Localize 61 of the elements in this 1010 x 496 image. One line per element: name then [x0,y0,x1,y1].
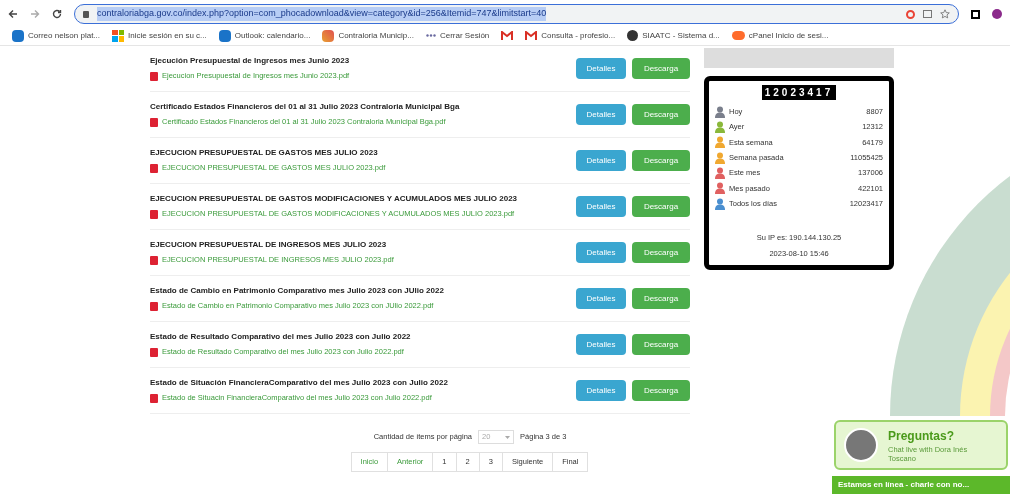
document-title: EJECUCION PRESUPUESTAL DE INGRESOS MES JULIO 2023 [150,239,388,252]
download-button[interactable]: Descarga [632,58,690,79]
mail-icon [501,30,514,41]
url-text: contraloriabga.gov.co/index.php?option=com_phocadownload&view=category&id=256&Itemid=747&limitstart=40 [97,7,547,21]
grid-icon [112,29,125,42]
star-icon[interactable] [940,9,950,19]
details-button[interactable]: Detalles [576,104,626,125]
document-title: Ejecución Presupuestal de Ingresos mes Junio 2023 [150,55,351,68]
document-title: EJECUCION PRESUPUESTAL DE GASTOS MODIFICACIONES Y ACUMULADOS MES JULIO 2023 [150,193,519,206]
document-title: Estado de Situación FinancieraComparativo del mes Julio 2023 con Julio 2022 [150,377,449,390]
details-button[interactable]: Detalles [576,150,626,171]
document-title: Estado de Cambio en Patrimonio Comparativo mes Julio 2023 con JUlio 2022 [150,285,445,298]
avatar-silhouette [844,428,878,462]
counter-digits: 12023417 [761,85,837,100]
bookmark[interactable]: Contraloria Municip... [322,29,414,42]
pdf-icon [150,117,158,127]
pdf-icon [150,255,158,265]
caret-icon [505,435,511,439]
cloud-icon [731,31,745,40]
bookmark[interactable]: Cerrar Sesión [425,29,490,42]
mail-app-icon [12,29,24,42]
logo-icon [322,29,335,42]
document-title: EJECUCION PRESUPUESTAL DE GASTOS MES JULIO 2023 [150,147,379,160]
reload-icon[interactable] [52,9,62,19]
document-title: Certificado Estados Financieros del 01 al 31 Julio 2023 Contraloria Municipal Bga [150,101,461,114]
chat-title: Preguntas? [888,427,955,445]
details-button[interactable]: Detalles [576,242,626,263]
back-icon[interactable] [8,9,18,19]
bookmark[interactable]: Correo nelson plat... [12,29,101,42]
dots-icon [425,34,436,37]
address-bar[interactable]: contraloriabga.gov.co/index.php?option=com_phocadownload&view=category&id=256&Itemid=747&limitstart=40 [74,4,959,24]
download-button[interactable]: Descarga [632,380,690,401]
mail-icon [525,30,538,41]
bookmark[interactable]: Consulta - profesio... [525,29,616,42]
download-button[interactable]: Descarga [632,196,690,217]
bookmark[interactable]: Outlook: calendario... [218,29,311,42]
mail-app-icon [218,29,231,42]
pdf-icon [150,301,158,311]
details-button[interactable]: Detalles [576,196,626,217]
profile-icon[interactable] [992,9,1002,19]
bookmark[interactable]: SIAATC - Sistema d... [627,29,720,42]
details-button[interactable]: Detalles [576,288,626,309]
bookmark[interactable] [501,30,514,41]
details-button[interactable]: Detalles [576,334,626,355]
download-button[interactable]: Descarga [632,242,690,263]
window-icon[interactable] [971,9,980,19]
download-button[interactable]: Descarga [632,334,690,355]
pdf-icon [150,209,158,219]
pdf-icon [150,163,158,173]
bookmark[interactable]: cPanel Inicio de sesi... [731,29,829,42]
details-button[interactable]: Detalles [576,58,626,79]
download-button[interactable]: Descarga [632,104,690,125]
bookmark[interactable]: Inicie sesión en su c... [112,29,207,42]
pdf-icon [150,347,158,357]
pdf-icon [150,71,158,81]
download-button[interactable]: Descarga [632,288,690,309]
download-button[interactable]: Descarga [632,150,690,171]
pdf-icon [150,393,158,403]
details-button[interactable]: Detalles [576,380,626,401]
document-title: Estado de Resultado Comparativo del mes Julio 2023 con Julio 2022 [150,331,412,344]
chat-bar[interactable]: Estamos en línea - charle con no... [832,476,1010,494]
